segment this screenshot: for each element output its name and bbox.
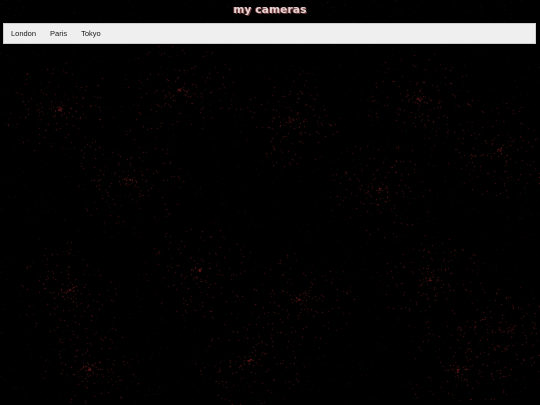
page-title: my cameras (233, 4, 307, 16)
city-nav-bar: London Paris Tokyo (3, 23, 536, 44)
nav-link-london[interactable]: London (11, 29, 36, 39)
nav-link-paris[interactable]: Paris (50, 29, 67, 39)
camera-feed-noise (0, 0, 540, 405)
nav-link-tokyo[interactable]: Tokyo (81, 29, 101, 39)
